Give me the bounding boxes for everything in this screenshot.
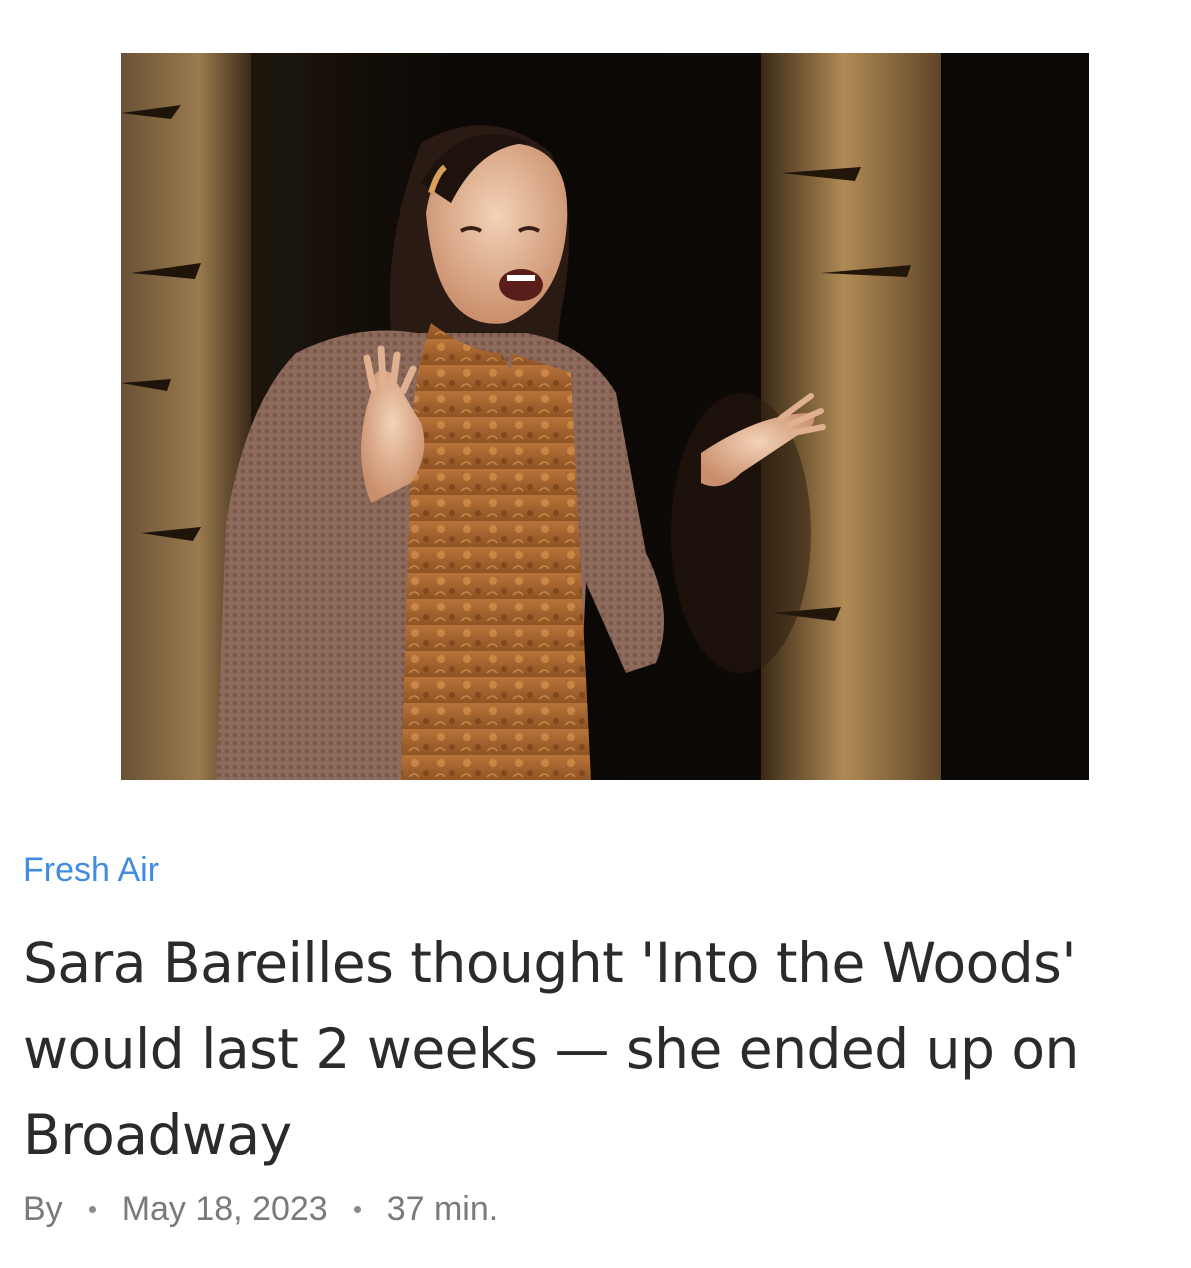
story-headline[interactable]: Sara Bareilles thought 'Into the Woods' …	[23, 920, 1173, 1178]
program-link[interactable]: Fresh Air	[23, 846, 159, 894]
story-image[interactable]	[121, 53, 1089, 780]
story-meta: By May 18, 2023 37 min.	[23, 1186, 498, 1232]
bullet-dot-icon	[88, 1205, 96, 1213]
story-card: Fresh Air Sara Bareilles thought 'Into t…	[0, 0, 1191, 1268]
performer-photo	[121, 53, 1089, 780]
bullet-dot-icon	[353, 1205, 361, 1213]
byline-label: By	[23, 1189, 63, 1228]
audio-duration: 37 min.	[386, 1189, 499, 1228]
story-date: May 18, 2023	[121, 1189, 328, 1228]
